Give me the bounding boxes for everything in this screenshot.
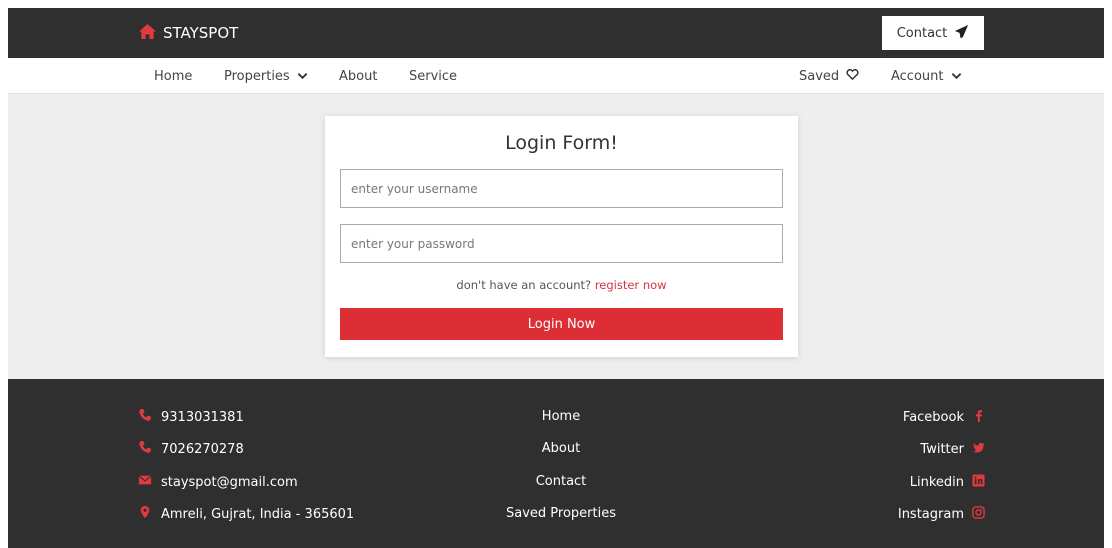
facebook-icon: [972, 409, 985, 426]
footer-contact-text: 9313031381: [161, 409, 244, 425]
footer-contact-text: Amreli, Gujrat, India - 365601: [161, 506, 355, 522]
nav-home[interactable]: Home: [154, 58, 192, 94]
login-button[interactable]: Login Now: [340, 308, 783, 340]
main-nav: Home Properties About Service Saved Acco…: [8, 58, 1104, 94]
password-input[interactable]: [340, 224, 783, 263]
footer-social-label: Twitter: [920, 441, 964, 457]
contact-button-label: Contact: [896, 25, 948, 41]
nav-service-label: Service: [409, 68, 458, 84]
contact-button[interactable]: Contact: [882, 16, 984, 50]
map-marker-icon: [138, 505, 152, 523]
username-input[interactable]: [340, 169, 783, 208]
nav-about-label: About: [339, 68, 378, 84]
footer-social-facebook[interactable]: Facebook: [903, 407, 985, 427]
footer-contact-phone-1: 9313031381: [138, 407, 244, 427]
login-form-card: Login Form! don't have an account? regis…: [325, 116, 798, 357]
heart-icon: [846, 68, 859, 84]
instagram-icon: [972, 505, 985, 523]
footer-social-linkedin[interactable]: Linkedin: [910, 472, 985, 492]
main-section: Login Form! don't have an account? regis…: [8, 94, 1104, 379]
top-header: STAYSPOT Contact: [8, 8, 1104, 58]
footer-contact-text: 7026270278: [161, 441, 244, 457]
linkedin-icon: [972, 473, 985, 491]
footer-link-home[interactable]: Home: [448, 407, 674, 427]
footer-social-instagram[interactable]: Instagram: [898, 504, 985, 524]
home-icon: [138, 23, 157, 44]
nav-service[interactable]: Service: [409, 58, 457, 94]
form-title: Login Form!: [505, 132, 618, 154]
footer-social-label: Instagram: [897, 506, 964, 522]
nav-account-label: Account: [891, 68, 944, 84]
nav-account[interactable]: Account: [891, 58, 962, 94]
footer-link-contact[interactable]: Contact: [448, 472, 674, 492]
footer: 9313031381 7026270278 stayspot@gmail.com…: [8, 379, 1104, 548]
footer-link-about[interactable]: About: [448, 439, 674, 459]
register-prompt-text: don't have an account?: [456, 278, 592, 292]
footer-contact-phone-2: 7026270278: [138, 439, 244, 459]
nav-about[interactable]: About: [339, 58, 377, 94]
brand-name: STAYSPOT: [163, 24, 239, 42]
footer-social-label: Linkedin: [909, 474, 964, 490]
footer-social-twitter[interactable]: Twitter: [920, 439, 985, 459]
nav-saved-label: Saved: [799, 68, 840, 84]
phone-icon: [138, 408, 152, 426]
footer-contact-email: stayspot@gmail.com: [138, 472, 298, 492]
paper-plane-icon: [954, 24, 969, 43]
register-prompt: don't have an account? register now: [325, 278, 798, 292]
nav-saved[interactable]: Saved: [799, 58, 859, 94]
phone-icon: [138, 440, 152, 458]
nav-home-label: Home: [154, 68, 193, 84]
brand-logo[interactable]: STAYSPOT: [138, 8, 238, 58]
register-link[interactable]: register now: [595, 278, 667, 292]
twitter-icon: [972, 441, 985, 458]
footer-contact-text: stayspot@gmail.com: [161, 474, 298, 490]
chevron-down-icon: [951, 69, 962, 84]
nav-properties-label: Properties: [224, 68, 290, 84]
footer-link-saved-properties[interactable]: Saved Properties: [448, 504, 674, 524]
envelope-icon: [138, 473, 152, 491]
chevron-down-icon: [297, 69, 308, 84]
nav-properties[interactable]: Properties: [224, 58, 308, 94]
footer-social-label: Facebook: [902, 409, 964, 425]
footer-contact-address: Amreli, Gujrat, India - 365601: [138, 504, 354, 524]
